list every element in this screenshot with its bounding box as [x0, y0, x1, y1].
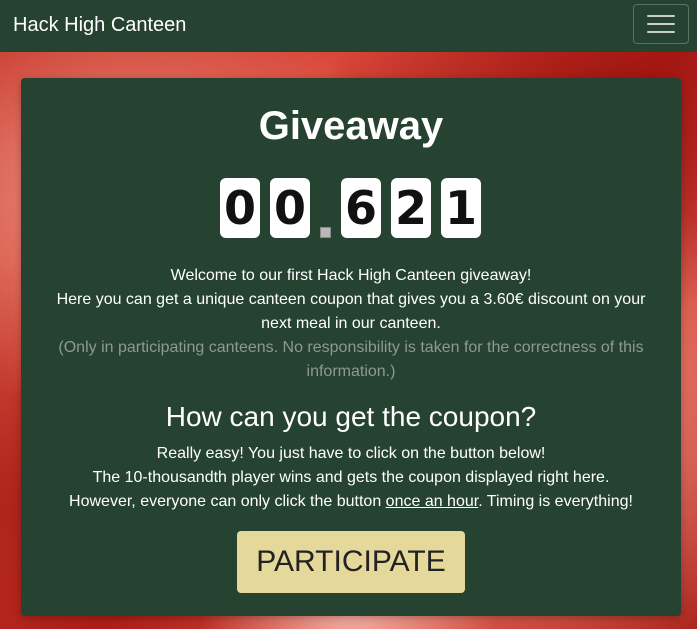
howto-text: Really easy! You just have to click on t…	[41, 442, 661, 514]
counter-digit: 1	[441, 178, 481, 238]
howto-line: Really easy! You just have to click on t…	[156, 445, 546, 462]
howto-line-end: . Timing is everything!	[478, 493, 633, 510]
participant-counter: 0 0 6 2 1	[220, 178, 481, 238]
menu-toggle-button[interactable]	[633, 4, 689, 44]
hamburger-icon-bar	[647, 31, 675, 33]
counter-separator	[320, 227, 331, 238]
hamburger-icon-bar	[647, 15, 675, 17]
participate-button[interactable]: PARTICIPATE	[237, 531, 465, 593]
once-an-hour-text: once an hour	[385, 493, 479, 510]
intro-line: Here you can get a unique canteen coupon…	[56, 291, 646, 332]
brand-title[interactable]: Hack High Canteen	[13, 13, 186, 37]
howto-line: The 10-thousandth player wins and gets t…	[92, 469, 610, 486]
intro-line: Welcome to our first Hack High Canteen g…	[170, 267, 532, 284]
section-heading: How can you get the coupon?	[165, 401, 537, 432]
intro-text: Welcome to our first Hack High Canteen g…	[41, 264, 661, 384]
howto-line: However, everyone can only click the but…	[41, 490, 661, 514]
howto-line-start: However, everyone can only click the but…	[69, 493, 386, 510]
giveaway-card: Giveaway 0 0 6 2 1 Welcome to our first …	[21, 78, 681, 616]
counter-digit: 2	[391, 178, 431, 238]
page-title: Giveaway	[258, 104, 444, 148]
counter-digit: 0	[270, 178, 310, 238]
navbar: Hack High Canteen	[0, 0, 697, 52]
hamburger-icon-bar	[647, 23, 675, 25]
counter-digit: 6	[341, 178, 381, 238]
disclaimer-text: (Only in participating canteens. No resp…	[58, 339, 644, 380]
counter-digit: 0	[220, 178, 260, 238]
